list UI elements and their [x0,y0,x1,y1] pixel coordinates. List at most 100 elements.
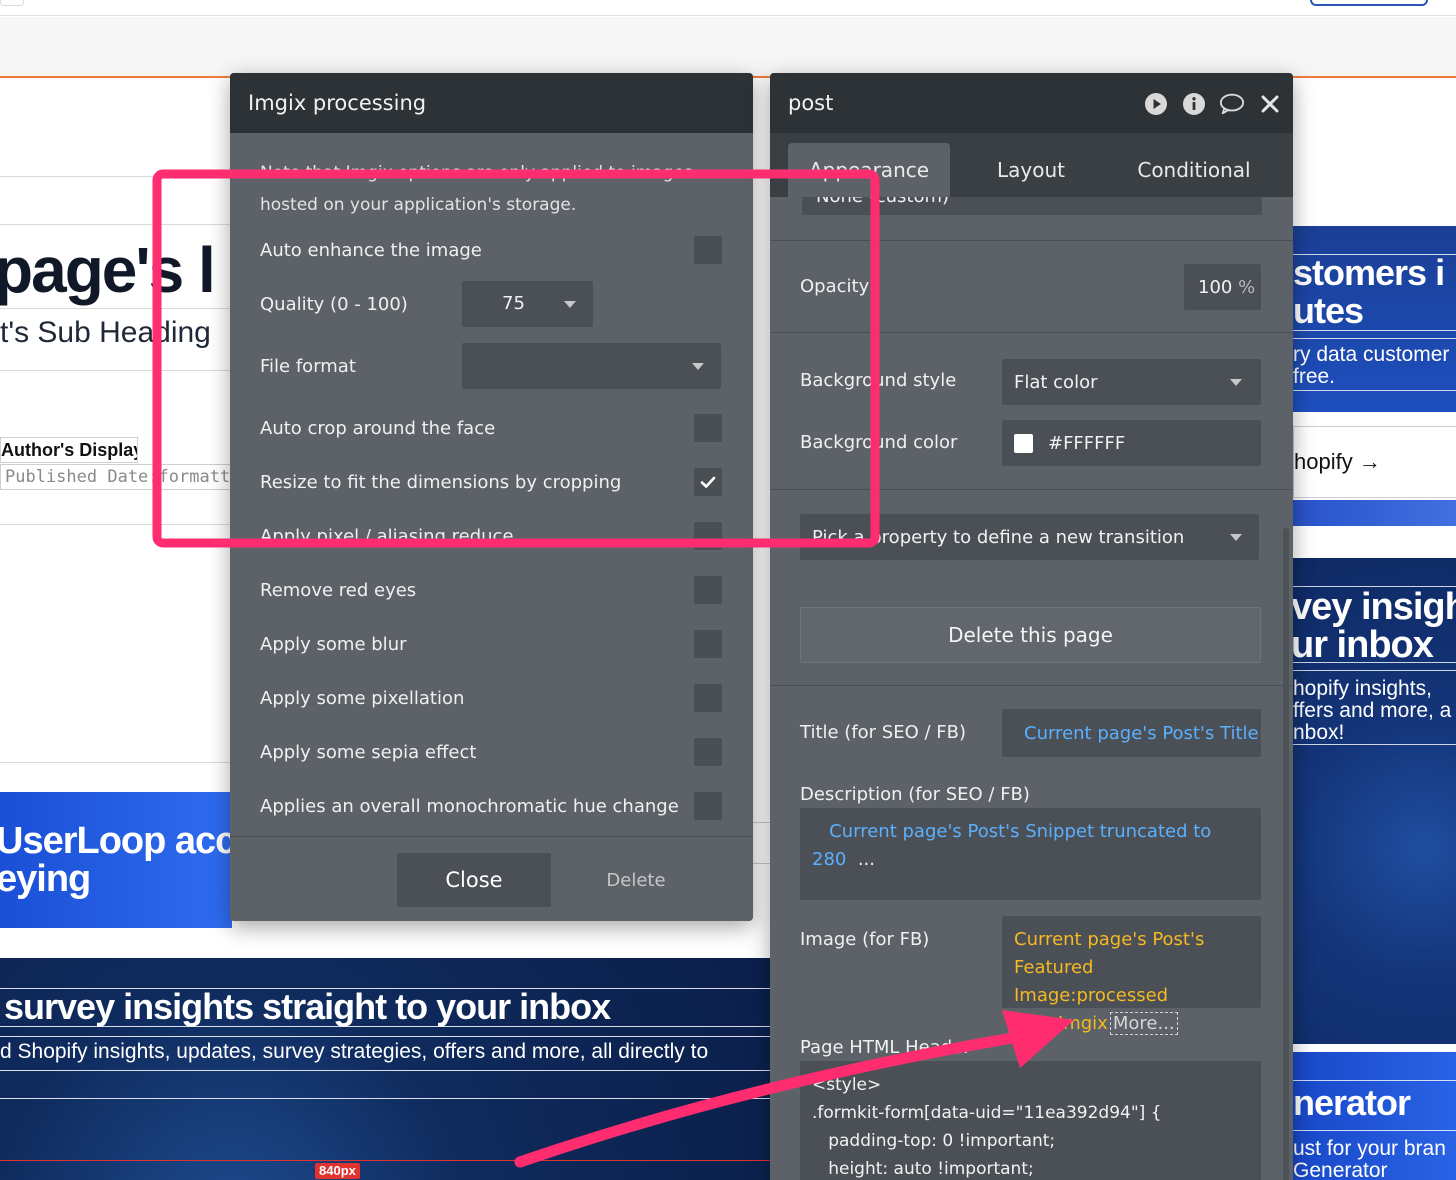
image-value-line[interactable]: with Imgix [1014,1013,1108,1034]
right-card-customers[interactable]: stomers i utes ry data customer free. [1293,226,1456,412]
option-row: Auto crop around the face [260,408,722,448]
newsletter-banner[interactable]: survey insights straight to your inbox d… [0,958,770,1180]
play-icon[interactable] [1143,91,1169,117]
quality-label: Quality (0 - 100) [260,293,408,315]
topbar-pill-button[interactable] [1310,0,1428,6]
seo-description-input[interactable]: Current page's Post's Snippet truncated … [800,808,1261,900]
option-row: Apply some blur [260,624,722,664]
width-guide [0,1160,770,1161]
newsletter-text: d Shopify insights, updates, survey stra… [0,1040,709,1063]
opacity-input[interactable]: 100 % [1184,264,1261,310]
more-link[interactable]: More... [1109,1012,1178,1035]
image-input[interactable]: Current page's Post's Featured Image:pro… [1002,916,1261,1035]
image-value-line[interactable]: Current page's Post's [1014,926,1249,954]
seo-title-input[interactable]: Current page's Post's Title [1002,709,1261,757]
transition-placeholder: Pick a property to define a new transiti… [812,526,1185,548]
option-label: Apply pixel / aliasing reduce [260,525,514,547]
auto-enhance-checkbox[interactable] [694,236,722,264]
option-label: Auto crop around the face [260,417,496,439]
option-label: Apply some sepia effect [260,741,477,763]
option-label: Apply some blur [260,633,407,655]
tab-conditional[interactable]: Conditional [1120,143,1268,197]
close-icon[interactable] [1257,91,1283,117]
blur-checkbox[interactable] [694,630,722,658]
quality-select[interactable]: 75 [462,281,593,327]
seo-description-ellipsis: ... [857,849,875,870]
hero-title[interactable]: page's l [0,238,216,302]
option-row: Resize to fit the dimensions by cropping [260,462,722,502]
imgix-dialog-title[interactable]: Imgix processing [230,73,753,133]
html-header-editor[interactable]: <style> .formkit-form[data-uid="11ea392d… [800,1061,1261,1180]
option-row: Auto enhance the image [260,230,722,270]
property-tabs: Appearance Layout Conditional [770,133,1293,197]
right-card-survey[interactable]: vey insigh ur inbox hopify insights, ffe… [1293,558,1456,1044]
footer-divider [230,836,753,837]
background-color-picker[interactable]: #FFFFFF [1002,420,1261,466]
option-label: Remove red eyes [260,579,417,601]
seo-description-number[interactable]: 280 [812,849,846,870]
option-label: Resize to fit the dimensions by cropping [260,471,622,493]
right-card-text: hopify insights, ffers and more, a nbox! [1293,677,1452,744]
chevron-down-icon [692,363,704,370]
imgix-processing-dialog: Imgix processing Note that Imgix options… [230,73,753,921]
right-card-heading: stomers i utes [1293,252,1445,331]
topbar-control[interactable] [0,0,24,6]
opacity-value: 100 [1198,276,1233,298]
option-row: Apply pixel / aliasing reduce [260,516,722,556]
face-crop-checkbox[interactable] [694,414,722,442]
seo-title-label: Title (for SEO / FB) [800,722,966,743]
canvas-guide [0,524,230,525]
right-strip [1293,500,1456,526]
browser-topbar [0,0,1456,16]
close-button[interactable]: Close [397,853,551,907]
option-row: Apply some sepia effect [260,732,722,772]
checkmark-icon [700,476,716,488]
option-label: Apply some pixellation [260,687,465,709]
author-display[interactable]: Author's Display [0,437,138,463]
tab-layout[interactable]: Layout [960,143,1102,197]
canvas-guide [0,224,230,225]
tab-appearance[interactable]: Appearance [788,143,950,197]
red-eye-checkbox[interactable] [694,576,722,604]
delete-button[interactable]: Delete [580,853,692,907]
chevron-down-icon [1230,534,1242,541]
right-shopify-link[interactable]: hopify → [1293,426,1456,498]
monochrome-checkbox[interactable] [694,792,722,820]
opacity-unit: % [1238,276,1256,298]
canvas-element[interactable] [752,822,772,864]
background-color-value: #FFFFFF [1048,432,1126,454]
background-style-select[interactable]: Flat color [1002,359,1261,405]
option-row: Remove red eyes [260,570,722,610]
sepia-checkbox[interactable] [694,738,722,766]
shopify-link-text: hopify → [1294,449,1381,474]
transition-select[interactable]: Pick a property to define a new transiti… [800,514,1259,560]
color-swatch[interactable] [1014,433,1033,453]
file-format-select[interactable] [462,343,721,389]
seo-title-value[interactable]: Current page's Post's Title [1024,723,1259,744]
userloop-banner[interactable]: UserLoop acco eying [0,792,232,928]
option-label: Auto enhance the image [260,239,482,261]
panel-scrollbar[interactable] [1283,528,1289,1180]
background-style-label: Background style [800,370,957,391]
right-card-generator[interactable]: nerator ust for your bran Generator [1293,1052,1456,1180]
delete-page-button[interactable]: Delete this page [800,607,1261,663]
right-card-text: ust for your bran Generator [1293,1137,1446,1180]
comment-icon[interactable] [1219,91,1245,117]
pixellation-checkbox[interactable] [694,684,722,712]
header-icons [1143,91,1283,117]
image-value-line[interactable]: Featured Image:processed [1014,954,1249,1010]
image-label: Image (for FB) [800,929,930,950]
property-editor-post: post None (custom) Appearance Layout Con… [770,73,1293,1180]
section-divider [770,332,1293,333]
background-color-label: Background color [800,432,958,453]
alias-reduce-checkbox[interactable] [694,522,722,550]
seo-description-value[interactable]: Current page's Post's Snippet truncated … [829,821,1211,842]
userloop-banner-text: UserLoop acco eying [0,820,232,900]
info-icon[interactable] [1181,91,1207,117]
hero-subtitle[interactable]: t's Sub Heading [0,316,211,350]
resize-crop-checkbox[interactable] [694,468,722,496]
width-badge: 840px [315,1163,360,1179]
canvas-guide [0,370,230,371]
published-date[interactable]: Published Date:formatted [0,464,240,490]
right-card-heading: nerator [1293,1082,1411,1123]
